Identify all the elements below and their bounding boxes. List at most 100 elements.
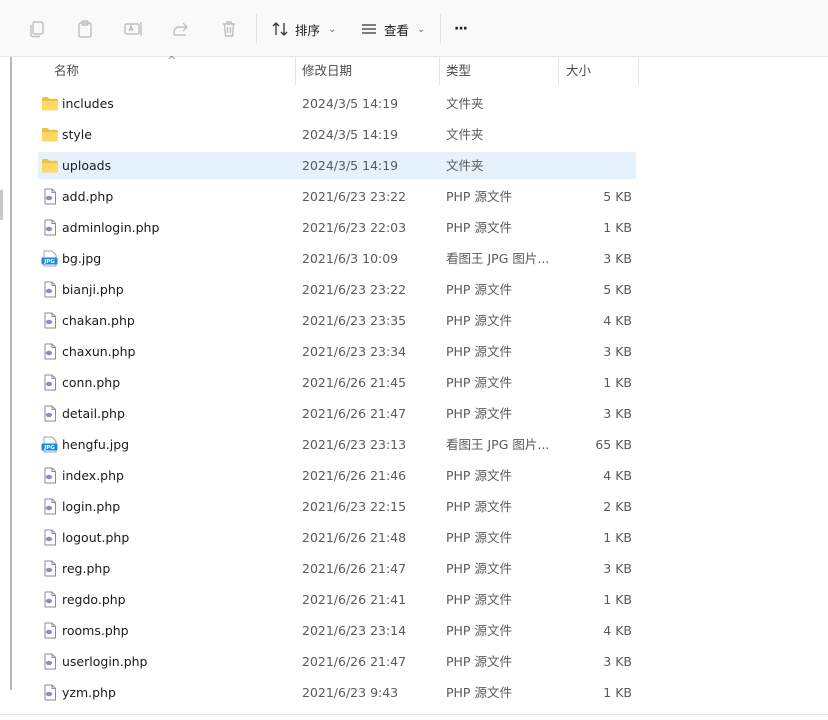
file-modified-date: 2021/6/26 21:47 [302, 561, 407, 576]
toolbar-separator [440, 14, 441, 44]
file-modified-date: 2021/6/26 21:46 [302, 468, 407, 483]
file-row[interactable]: adminlogin.php 2021/6/23 22:03 PHP 源文件 1… [38, 212, 638, 243]
file-row[interactable]: uploads 2024/3/5 14:19 文件夹 [38, 150, 638, 181]
file-name: uploads [62, 158, 112, 173]
php-file-icon [41, 653, 59, 670]
file-type: 文件夹 [446, 127, 484, 142]
php-file-icon [41, 560, 59, 577]
file-size: 5 KB [603, 189, 632, 204]
more-icon: ··· [454, 21, 468, 37]
column-divider[interactable] [439, 57, 440, 85]
file-type: PHP 源文件 [446, 654, 512, 669]
file-row[interactable]: JPG bg.jpg 2021/6/3 10:09 看图王 JPG 图片... … [38, 243, 638, 274]
file-modified-date: 2021/6/23 9:43 [302, 685, 399, 700]
file-type: PHP 源文件 [446, 530, 512, 545]
svg-text:JPG: JPG [43, 445, 55, 451]
file-type: PHP 源文件 [446, 499, 512, 514]
php-file-icon [41, 467, 59, 484]
column-divider[interactable] [558, 57, 559, 85]
column-type-header[interactable]: 类型 [446, 57, 471, 85]
svg-text:JPG: JPG [43, 259, 55, 265]
more-options-button[interactable]: ··· [454, 17, 468, 41]
file-modified-date: 2021/6/23 22:15 [302, 499, 407, 514]
php-file-icon [41, 281, 59, 298]
file-type: PHP 源文件 [446, 220, 512, 235]
file-size: 4 KB [603, 468, 632, 483]
file-name: chaxun.php [62, 344, 136, 359]
file-name: detail.php [62, 406, 125, 421]
file-size: 3 KB [603, 251, 632, 266]
file-row[interactable]: style 2024/3/5 14:19 文件夹 [38, 119, 638, 150]
file-size: 1 KB [603, 592, 632, 607]
php-file-icon [41, 188, 59, 205]
file-modified-date: 2021/6/26 21:41 [302, 592, 407, 607]
file-row[interactable]: chakan.php 2021/6/23 23:35 PHP 源文件 4 KB [38, 305, 638, 336]
view-button[interactable]: 查看 ⌄ [360, 17, 425, 41]
file-name: add.php [62, 189, 114, 204]
file-name: chakan.php [62, 313, 135, 328]
file-name: conn.php [62, 375, 121, 390]
column-divider[interactable] [295, 57, 296, 85]
php-file-icon [41, 219, 59, 236]
navigation-pane-scrollbar[interactable] [10, 57, 12, 690]
file-list: includes 2024/3/5 14:19 文件夹 style 2024/3… [38, 88, 638, 708]
file-type: PHP 源文件 [446, 313, 512, 328]
file-row[interactable]: includes 2024/3/5 14:19 文件夹 [38, 88, 638, 119]
column-name-header[interactable]: 名称 [54, 57, 79, 85]
file-type: PHP 源文件 [446, 561, 512, 576]
php-file-icon [41, 312, 59, 329]
file-row[interactable]: add.php 2021/6/23 23:22 PHP 源文件 5 KB [38, 181, 638, 212]
sort-button[interactable]: 排序 ⌄ [271, 17, 336, 41]
column-divider[interactable] [638, 57, 639, 85]
file-size: 1 KB [603, 530, 632, 545]
column-date-header[interactable]: 修改日期 [302, 57, 352, 85]
file-modified-date: 2024/3/5 14:19 [302, 158, 399, 173]
file-row[interactable]: userlogin.php 2021/6/26 21:47 PHP 源文件 3 … [38, 646, 638, 677]
copy-icon[interactable] [26, 18, 48, 40]
php-file-icon [41, 684, 59, 701]
file-type: PHP 源文件 [446, 592, 512, 607]
folder-icon [41, 157, 59, 174]
file-size: 4 KB [603, 313, 632, 328]
rename-icon[interactable] [122, 18, 144, 40]
file-name: login.php [62, 499, 121, 514]
file-row[interactable]: regdo.php 2021/6/26 21:41 PHP 源文件 1 KB [38, 584, 638, 615]
file-row[interactable]: reg.php 2021/6/26 21:47 PHP 源文件 3 KB [38, 553, 638, 584]
file-size: 5 KB [603, 282, 632, 297]
file-size: 65 KB [595, 437, 632, 452]
sort-up-icon: ^ [167, 54, 177, 67]
file-row[interactable]: rooms.php 2021/6/23 23:14 PHP 源文件 4 KB [38, 615, 638, 646]
column-header: ^ 名称 修改日期 类型 大小 [38, 54, 640, 87]
file-row[interactable]: bianji.php 2021/6/23 23:22 PHP 源文件 5 KB [38, 274, 638, 305]
file-row[interactable]: yzm.php 2021/6/23 9:43 PHP 源文件 1 KB [38, 677, 638, 708]
file-row[interactable]: JPG hengfu.jpg 2021/6/23 23:13 看图王 JPG 图… [38, 429, 638, 460]
file-name: yzm.php [62, 685, 116, 700]
file-name: rooms.php [62, 623, 129, 638]
share-icon[interactable] [170, 18, 192, 40]
file-size: 3 KB [603, 654, 632, 669]
toolbar-separator [256, 14, 257, 44]
file-row[interactable]: login.php 2021/6/23 22:15 PHP 源文件 2 KB [38, 491, 638, 522]
splitter-handle[interactable] [0, 190, 3, 220]
file-name: reg.php [62, 561, 111, 576]
file-size: 4 KB [603, 623, 632, 638]
command-bar: 排序 ⌄ 查看 ⌄ ··· [0, 0, 828, 57]
file-row[interactable]: detail.php 2021/6/26 21:47 PHP 源文件 3 KB [38, 398, 638, 429]
file-row[interactable]: logout.php 2021/6/26 21:48 PHP 源文件 1 KB [38, 522, 638, 553]
file-size: 2 KB [603, 499, 632, 514]
file-size: 1 KB [603, 685, 632, 700]
file-type: PHP 源文件 [446, 282, 512, 297]
file-type: 看图王 JPG 图片... [446, 437, 550, 452]
delete-icon[interactable] [218, 18, 240, 40]
file-row[interactable]: chaxun.php 2021/6/23 23:34 PHP 源文件 3 KB [38, 336, 638, 367]
file-name: style [62, 127, 92, 142]
file-name: userlogin.php [62, 654, 148, 669]
column-size-header[interactable]: 大小 [566, 57, 591, 85]
jpg-file-icon: JPG [41, 250, 59, 267]
paste-icon[interactable] [74, 18, 96, 40]
file-row[interactable]: conn.php 2021/6/26 21:45 PHP 源文件 1 KB [38, 367, 638, 398]
file-name: regdo.php [62, 592, 126, 607]
file-row[interactable]: index.php 2021/6/26 21:46 PHP 源文件 4 KB [38, 460, 638, 491]
file-modified-date: 2021/6/23 23:35 [302, 313, 407, 328]
file-type: 文件夹 [446, 158, 484, 173]
